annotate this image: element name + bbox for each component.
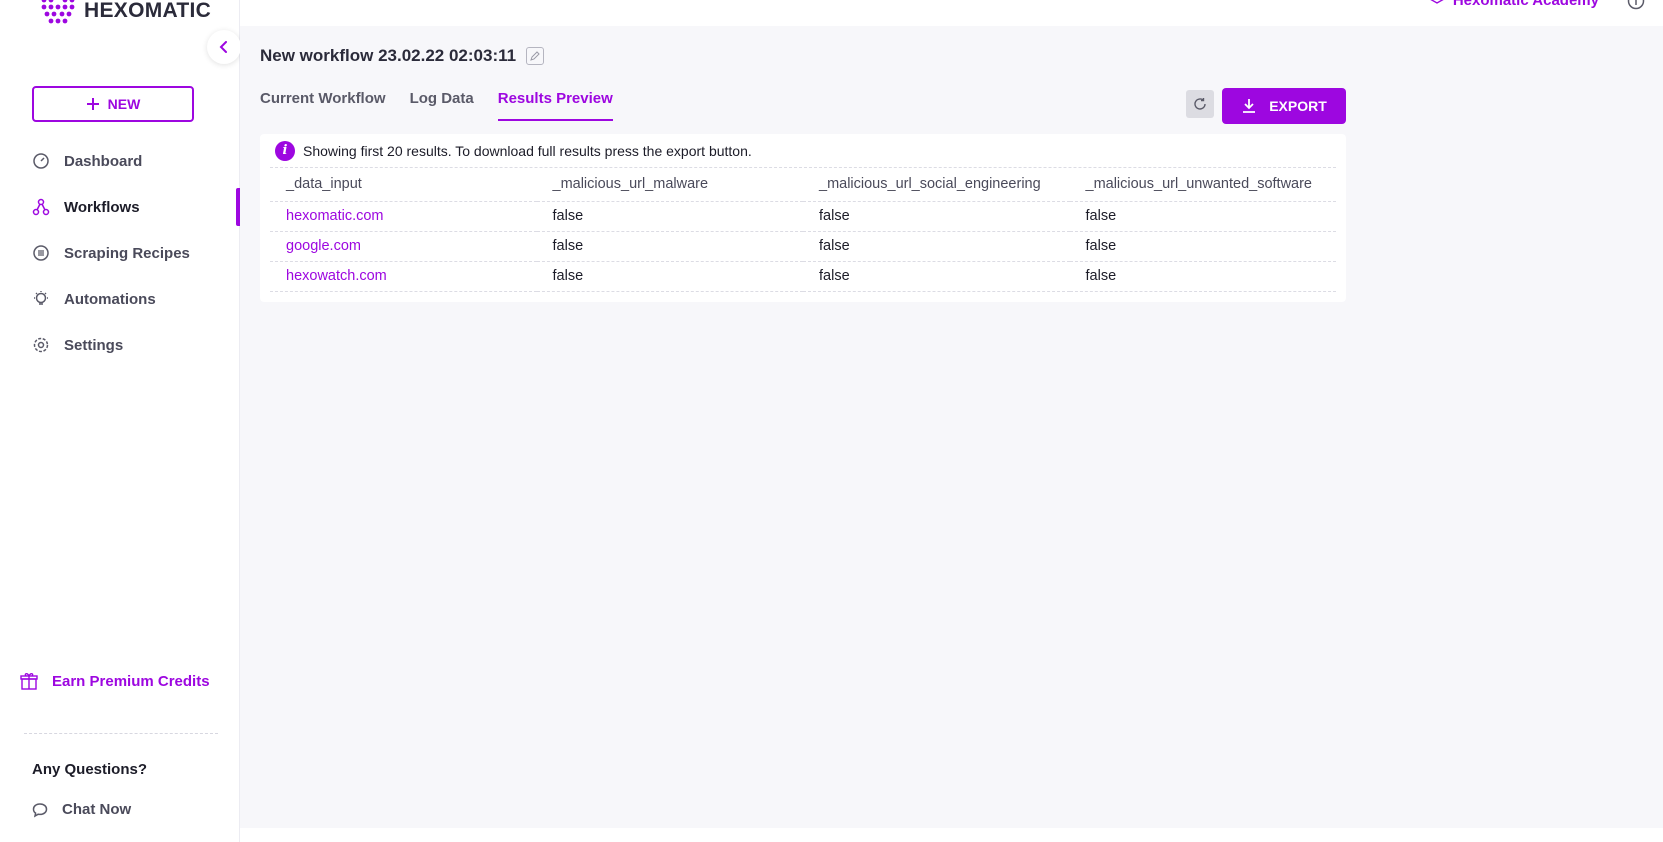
download-icon: [1243, 99, 1256, 113]
sidebar-item-label: Scraping Recipes: [64, 244, 190, 262]
table-row: hexowatch.com false false false: [270, 261, 1336, 292]
help-icon[interactable]: [1627, 0, 1645, 15]
chat-bubble-icon: [32, 802, 48, 817]
notice-text: Showing first 20 results. To download fu…: [303, 142, 752, 159]
sidebar-item-workflows[interactable]: Workflows: [0, 184, 240, 230]
earn-label: Earn Premium Credits: [52, 672, 210, 690]
column-header[interactable]: _malicious_url_malware: [536, 168, 803, 202]
pencil-icon: [530, 51, 540, 61]
brand-name: HEXOMATIC: [84, 0, 212, 22]
table-cell: false: [803, 261, 1070, 292]
chat-now-link[interactable]: Chat Now: [32, 801, 131, 818]
workflow-title-row: New workflow 23.02.22 02:03:11: [260, 46, 545, 66]
earn-premium-credits-link[interactable]: Earn Premium Credits: [20, 672, 210, 690]
table-cell: false: [1069, 261, 1336, 292]
table-cell: false: [536, 201, 803, 232]
workflow-tabs: Current Workflow Log Data Results Previe…: [260, 90, 613, 121]
bulb-icon: [32, 290, 50, 308]
workflow-icon: [32, 198, 50, 216]
data-input-link[interactable]: hexowatch.com: [270, 261, 537, 292]
refresh-icon: [1194, 98, 1206, 110]
sidebar: HEXOMATIC NEW Dashboard Workflows Scrapi…: [0, 0, 241, 842]
hexomatic-academy-link[interactable]: Hexomatic Academy: [1429, 0, 1599, 9]
academy-label: Hexomatic Academy: [1452, 0, 1599, 9]
sidebar-divider: [24, 733, 218, 734]
bottom-strip: [240, 828, 1663, 842]
plus-icon: [86, 98, 99, 110]
sidebar-item-dashboard[interactable]: Dashboard: [0, 138, 240, 184]
table-cell: false: [536, 231, 803, 262]
table-cell: false: [803, 231, 1070, 262]
table-cell: false: [1069, 201, 1336, 232]
chat-label: Chat Now: [62, 801, 132, 818]
column-header[interactable]: _data_input: [270, 168, 537, 202]
workflow-title: New workflow 23.02.22 02:03:11: [260, 46, 517, 65]
sidebar-item-scraping-recipes[interactable]: Scraping Recipes: [0, 230, 240, 276]
sidebar-item-automations[interactable]: Automations: [0, 276, 240, 322]
column-header[interactable]: _malicious_url_unwanted_software: [1069, 168, 1336, 202]
sidebar-item-label: Dashboard: [64, 152, 143, 170]
sidebar-item-label: Settings: [64, 336, 124, 354]
data-input-link[interactable]: hexomatic.com: [270, 201, 537, 232]
tab-current-workflow[interactable]: Current Workflow: [260, 90, 386, 121]
refresh-button[interactable]: [1186, 90, 1214, 118]
logo[interactable]: HEXOMATIC: [38, 0, 211, 28]
export-button[interactable]: EXPORT: [1222, 88, 1346, 124]
column-header[interactable]: _malicious_url_social_engineering: [803, 168, 1070, 202]
sidebar-nav: Dashboard Workflows Scraping Recipes Aut…: [0, 138, 240, 368]
info-icon: i: [275, 140, 295, 161]
tab-results-preview[interactable]: Results Preview: [497, 90, 613, 121]
topbar: Hexomatic Academy: [240, 0, 1663, 26]
table-header-row: _data_input _malicious_url_malware _mali…: [270, 168, 1336, 202]
gift-icon: [20, 673, 38, 690]
tab-log-data[interactable]: Log Data: [410, 90, 474, 121]
collapse-sidebar-button[interactable]: [207, 30, 241, 64]
sidebar-item-settings[interactable]: Settings: [0, 322, 240, 368]
hexomatic-logo-icon: [41, 0, 75, 24]
new-button[interactable]: NEW: [32, 86, 194, 122]
recipes-icon: [32, 244, 50, 262]
table-cell: false: [536, 261, 803, 292]
questions-heading: Any Questions?: [32, 761, 148, 778]
dashboard-icon: [32, 152, 50, 170]
sidebar-item-label: Automations: [64, 290, 156, 308]
new-button-label: NEW: [107, 96, 141, 112]
chevron-left-icon: [219, 41, 227, 53]
table-cell: false: [1069, 231, 1336, 262]
results-notice: i Showing first 20 results. To download …: [270, 134, 1336, 168]
results-panel: i Showing first 20 results. To download …: [260, 134, 1346, 302]
data-input-link[interactable]: google.com: [270, 231, 537, 262]
table-row: google.com false false false: [270, 231, 1336, 262]
academy-icon: [1431, 0, 1443, 4]
table-row: hexomatic.com false false false: [270, 201, 1336, 232]
results-table: _data_input _malicious_url_malware _mali…: [270, 168, 1336, 292]
gear-icon: [32, 336, 50, 354]
edit-title-button[interactable]: [526, 47, 545, 65]
export-label: EXPORT: [1269, 98, 1327, 114]
table-cell: false: [803, 201, 1070, 232]
sidebar-item-label: Workflows: [64, 198, 140, 216]
main-content: New workflow 23.02.22 02:03:11 Current W…: [240, 26, 1663, 828]
